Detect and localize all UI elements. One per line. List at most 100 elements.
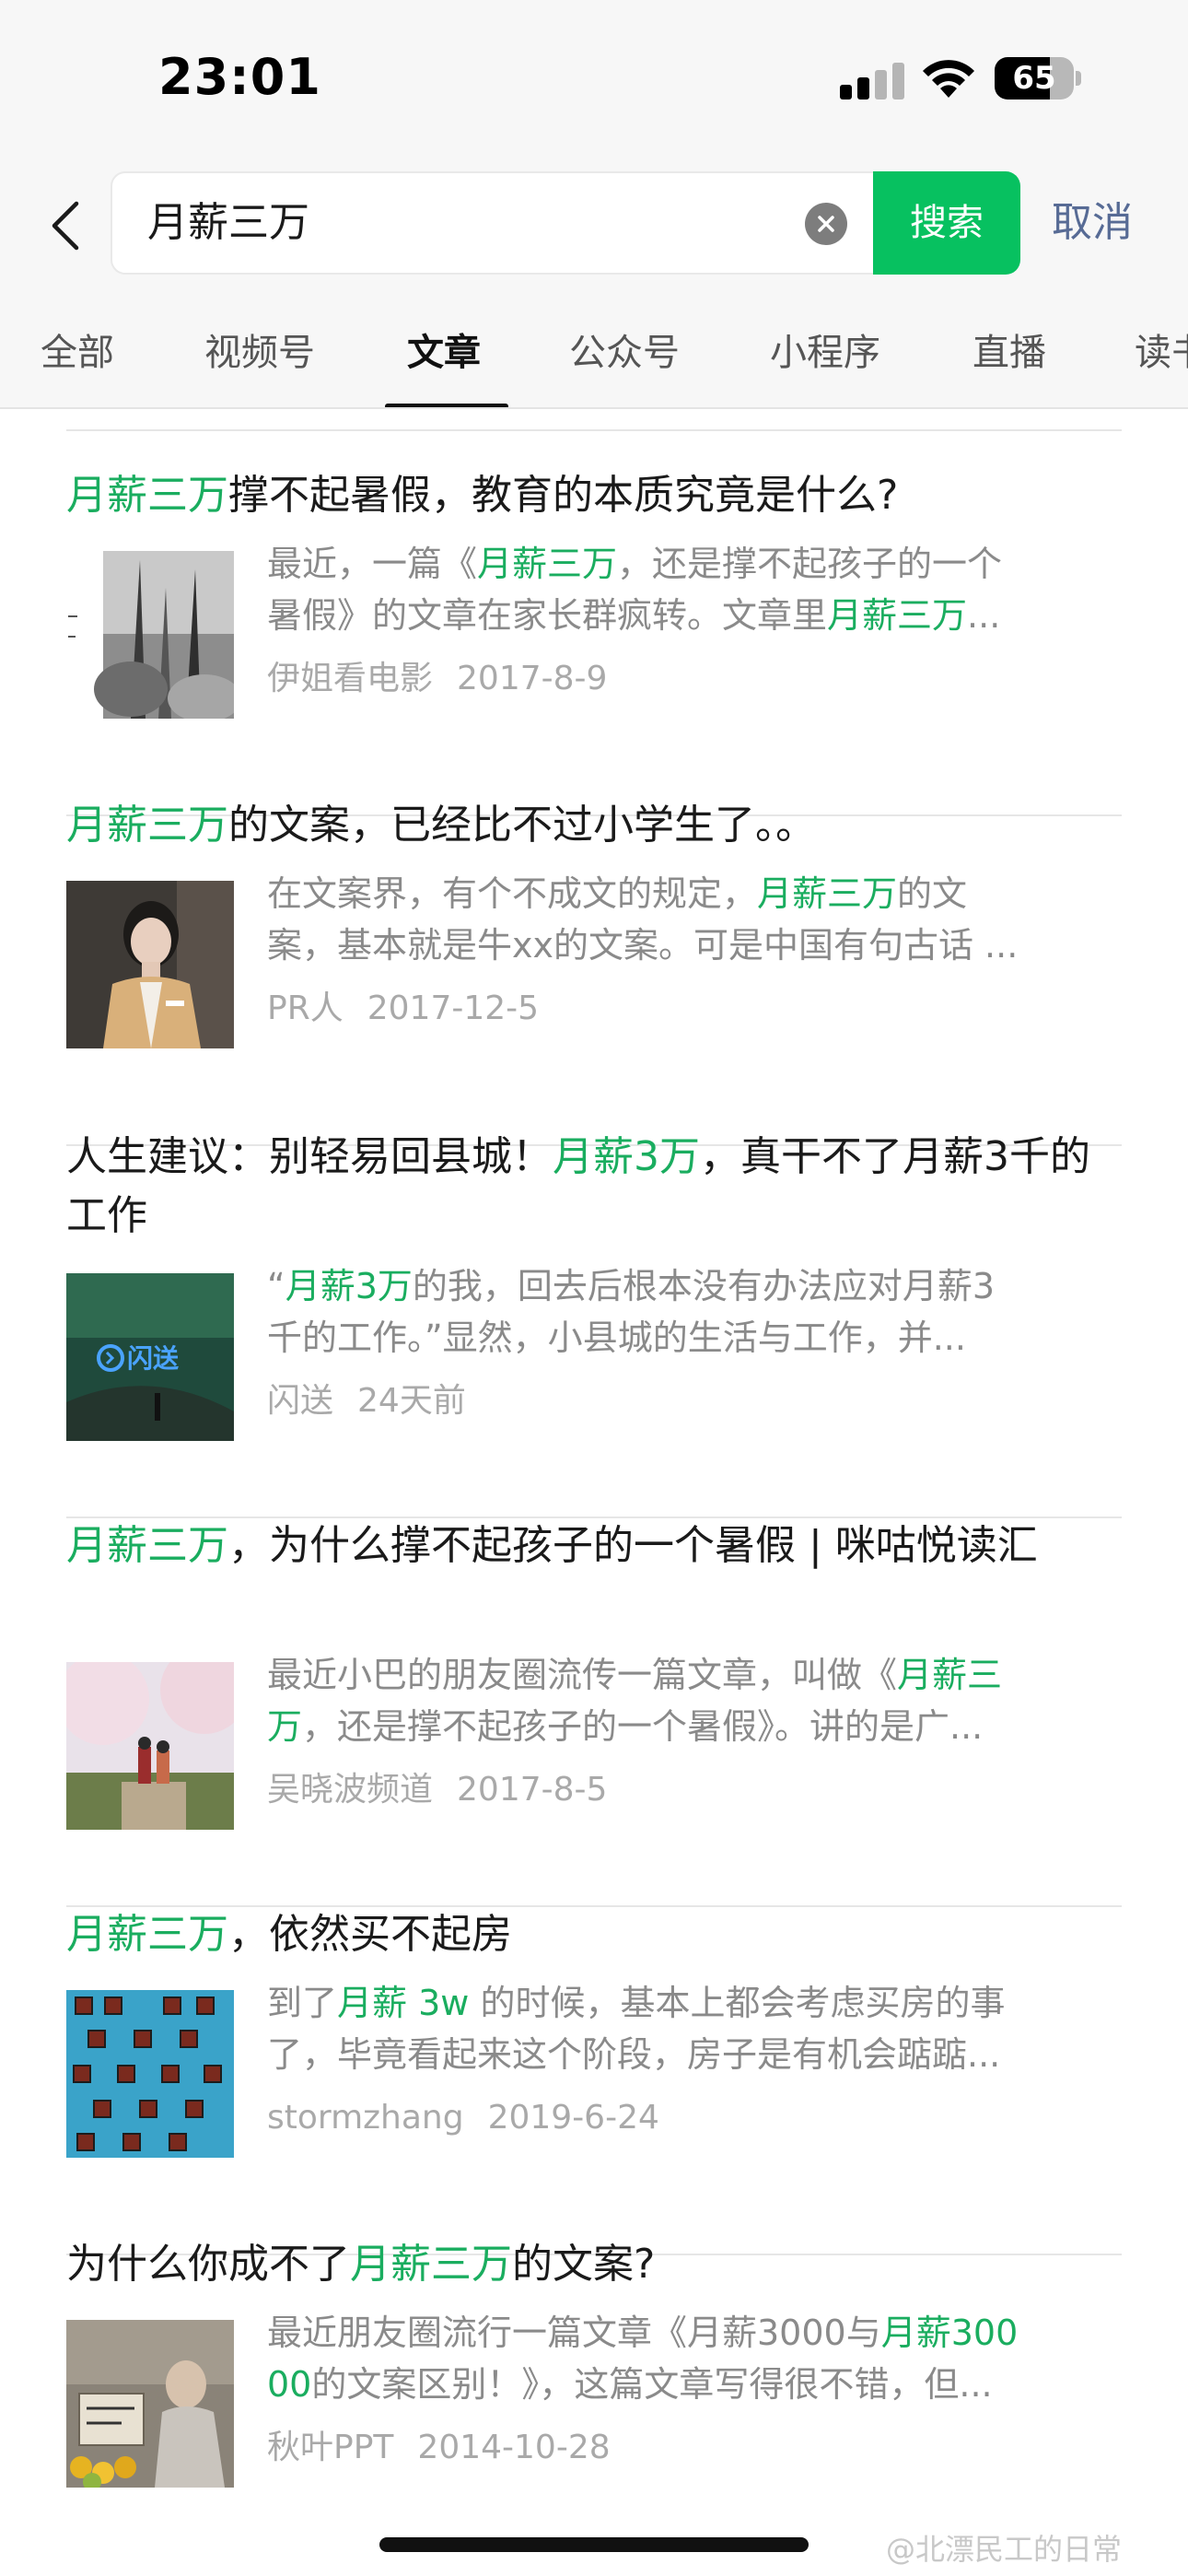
result-title: 月薪三万的文案，已经比不过小学生了。。 xyxy=(66,796,1122,855)
result-source: 伊姐看电影 xyxy=(267,660,434,697)
close-icon xyxy=(818,216,834,232)
result-title: 月薪三万撑不起暑假，教育的本质究竟是什么? xyxy=(66,466,1122,525)
text-segment: 到了 xyxy=(267,1983,338,2023)
cellular-signal-icon xyxy=(840,63,906,100)
battery-level: 65 xyxy=(1012,60,1056,97)
result-thumbnail xyxy=(66,2320,234,2488)
result-snippet: “月薪3万的我，回去后根本没有办法应对月薪3 千的工作。”显然，小县城的生活与工… xyxy=(267,1260,1122,1364)
result-meta: 秋叶PPT 2014-10-28 xyxy=(267,2425,611,2471)
keyword-highlight: 月薪三万 xyxy=(477,544,618,584)
text-segment: 的文案，已经比不过小学生了。。 xyxy=(228,802,816,849)
photo-woman-icon xyxy=(66,881,234,1048)
result-date: 2017-8-5 xyxy=(457,1771,608,1809)
result-thumbnail xyxy=(66,1662,234,1830)
keyword-highlight: 月薪三万 xyxy=(66,472,228,519)
result-snippet: 最近小巴的朋友圈流传一篇文章，叫做《月薪三 万，还是撑不起孩子的一个暑假》。讲的… xyxy=(267,1649,1122,1752)
tab-mini-programs[interactable]: 小程序 xyxy=(770,322,880,376)
search-header: 搜索 取消 xyxy=(0,157,1188,295)
wifi-icon xyxy=(923,60,974,98)
keyword-highlight: 月薪三 xyxy=(897,1655,1003,1695)
chevron-left-icon xyxy=(52,201,79,251)
search-button[interactable]: 搜索 xyxy=(873,171,1020,275)
result-meta: stormzhang 2019-6-24 xyxy=(267,2095,659,2141)
status-time: 23:01 xyxy=(158,48,321,106)
result-date: 24天前 xyxy=(357,1382,466,1420)
result-source: 吴晓波频道 xyxy=(267,1771,434,1809)
divider xyxy=(66,429,1122,431)
result-thumbnail xyxy=(66,551,234,719)
result-title: 为什么你成不了月薪三万的文案? xyxy=(66,2235,1122,2294)
tab-channels[interactable]: 视频号 xyxy=(204,322,315,376)
results-list: 月薪三万撑不起暑假，教育的本质究竟是什么? 最近，一篇《月薪三万，还是撑不起孩子… xyxy=(0,409,1188,2576)
keyword-highlight: 月薪三万 xyxy=(66,1911,228,1958)
article-result[interactable]: 月薪三万撑不起暑假，教育的本质究竟是什么? 最近，一篇《月薪三万，还是撑不起孩子… xyxy=(66,466,1122,816)
result-title: 人生建议：别轻易回县城！月薪3万，真干不了月薪3千的工作 xyxy=(66,1128,1122,1246)
photo-building-windows-icon xyxy=(66,1990,234,2158)
keyword-highlight: 月薪300 xyxy=(880,2313,1019,2353)
tab-live[interactable]: 直播 xyxy=(973,322,1046,376)
home-indicator[interactable] xyxy=(379,2537,809,2552)
keyword-highlight: 月薪三万 xyxy=(66,1522,228,1569)
result-meta: 闪送 24天前 xyxy=(267,1378,466,1424)
watermark-text: @北漂民工的日常 xyxy=(886,2532,1123,2567)
result-title: 月薪三万，为什么撑不起孩子的一个暑假 | 咪咕悦读汇 xyxy=(66,1516,1122,1575)
result-thumbnail: 闪送 xyxy=(66,1273,234,1441)
text-segment: 千的工作。”显然，小县城的生活与工作，并... xyxy=(267,1317,966,1358)
result-snippet: 最近朋友圈流行一篇文章《月薪3000与月薪300 00的文案区别！》，这篇文章写… xyxy=(267,2307,1122,2410)
status-bar: 23:01 65 xyxy=(0,0,1188,157)
keyword-highlight: 月薪三万 xyxy=(66,802,228,849)
back-button[interactable] xyxy=(37,193,92,258)
tab-reading[interactable]: 读书 xyxy=(1135,322,1188,376)
text-segment: 最近，一篇《 xyxy=(267,544,478,584)
search-input[interactable] xyxy=(147,173,792,273)
article-result[interactable]: 为什么你成不了月薪三万的文案? 最近朋友圈流行一篇文章《月薪3000与月薪300… xyxy=(66,2235,1122,2576)
keyword-highlight: 月薪3万 xyxy=(285,1266,413,1306)
tab-all[interactable]: 全部 xyxy=(41,322,114,376)
text-segment: 案，基本就是牛xx的文案。可是中国有句古话 ... xyxy=(267,925,1019,966)
article-result[interactable]: 月薪三万，依然买不起房 到了月薪 3w 的时候，基本上都会考虑买房的事 了，毕竟… xyxy=(66,1905,1122,2255)
result-snippet: 最近，一篇《月薪三万，还是撑不起孩子的一个 暑假》的文章在家长群疯转。文章里月薪… xyxy=(267,538,1122,641)
result-meta: 吴晓波频道 2017-8-5 xyxy=(267,1767,607,1813)
text-segment: 为什么你成不了 xyxy=(66,2241,350,2288)
article-result[interactable]: 月薪三万的文案，已经比不过小学生了。。 在文案界，有个不成文的规定，月薪三万的文… xyxy=(66,796,1122,1146)
category-tabs: 全部 视频号 文章 公众号 小程序 直播 读书 xyxy=(0,295,1188,409)
keyword-highlight: 月薪三万 xyxy=(350,2241,512,2288)
result-source: 闪送 xyxy=(267,1382,334,1420)
svg-text:闪送: 闪送 xyxy=(127,1343,179,1374)
result-thumbnail xyxy=(66,1990,234,2158)
text-segment: ，还是撑不起孩子的一个 xyxy=(617,544,1003,584)
article-result[interactable]: 人生建议：别轻易回县城！月薪3万，真干不了月薪3千的工作 闪送 “月薪3万的我，… xyxy=(66,1128,1122,1518)
tab-official-accounts[interactable]: 公众号 xyxy=(569,322,680,376)
keyword-highlight: 万 xyxy=(267,1706,303,1747)
text-segment: 最近小巴的朋友圈流传一篇文章，叫做《 xyxy=(267,1655,898,1695)
keyword-highlight: 月薪 3w xyxy=(337,1983,470,2023)
text-segment: ... xyxy=(967,595,1001,636)
text-segment: ，还是撑不起孩子的一个暑假》。讲的是广... xyxy=(302,1706,984,1747)
text-segment: 的文案? xyxy=(512,2241,656,2288)
text-segment: ，为什么撑不起孩子的一个暑假 | 咪咕悦读汇 xyxy=(228,1522,1038,1569)
result-source: PR人 xyxy=(267,989,344,1027)
clear-button[interactable] xyxy=(805,203,847,245)
result-date: 2014-10-28 xyxy=(417,2429,611,2466)
result-date: 2017-8-9 xyxy=(457,660,608,697)
text-segment: 最近朋友圈流行一篇文章《月薪3000与 xyxy=(267,2313,881,2353)
keyword-highlight: 00 xyxy=(267,2364,312,2405)
search-box xyxy=(111,171,875,275)
result-source: 秋叶PPT xyxy=(267,2429,394,2466)
text-segment: 的我，回去后根本没有办法应对月薪3 xyxy=(412,1266,996,1306)
result-meta: PR人 2017-12-5 xyxy=(267,986,539,1032)
result-source: stormzhang xyxy=(267,2099,464,2137)
result-date: 2019-6-24 xyxy=(487,2099,659,2137)
result-title: 月薪三万，依然买不起房 xyxy=(66,1905,1122,1964)
text-segment: 的文案区别！》，这篇文章写得很不错，但... xyxy=(311,2364,993,2405)
article-result[interactable]: 月薪三万，为什么撑不起孩子的一个暑假 | 咪咕悦读汇 最近小巴的朋友圈流传一篇文… xyxy=(66,1516,1122,1907)
cancel-button[interactable]: 取消 xyxy=(1052,171,1133,275)
text-segment: 撑不起暑假，教育的本质究竟是什么? xyxy=(228,472,899,519)
tab-articles[interactable]: 文章 xyxy=(407,322,481,376)
keyword-highlight: 月薪三万 xyxy=(827,595,968,636)
result-snippet: 在文案界，有个不成文的规定，月薪三万的文 案，基本就是牛xx的文案。可是中国有句… xyxy=(267,868,1122,971)
text-segment: 的时候，基本上都会考虑买房的事 xyxy=(469,1983,1006,2023)
text-segment: 人生建议：别轻易回县城！ xyxy=(66,1133,553,1180)
keyword-highlight: 月薪3万 xyxy=(553,1133,700,1180)
result-date: 2017-12-5 xyxy=(367,989,540,1027)
